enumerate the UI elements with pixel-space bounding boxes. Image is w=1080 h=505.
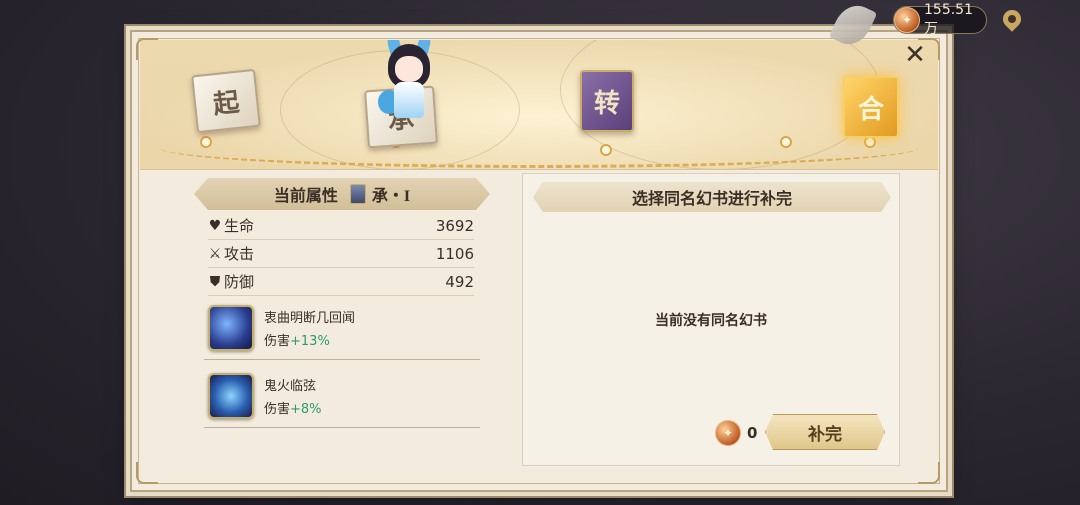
stat-value: 492 xyxy=(445,272,474,291)
shield-icon: ⛊ xyxy=(209,273,221,290)
stat-label: 防御 xyxy=(224,273,255,291)
rank-card-icon xyxy=(350,184,366,204)
skill-name: 鬼火临弦 xyxy=(264,378,317,394)
rank-label: 承・I xyxy=(371,188,411,205)
stage-book-zhuan[interactable]: 转 xyxy=(580,70,634,132)
coin-icon: ✦ xyxy=(715,420,741,446)
stat-row-defense: ⛊ 防御 492 xyxy=(208,268,474,296)
stat-row-hp: ♥ 生命 3692 xyxy=(208,212,474,240)
stage-book-qi[interactable]: 起 xyxy=(191,68,261,134)
skill-row[interactable]: 鬼火临弦 伤害+8% xyxy=(204,364,480,428)
cost-display: ✦ 0 xyxy=(715,418,767,448)
route-node xyxy=(780,136,792,148)
stat-row-attack: ⚔ 攻击 1106 xyxy=(208,240,474,268)
route-node xyxy=(600,144,612,156)
stat-label: 生命 xyxy=(224,217,255,235)
corner-ornament xyxy=(136,462,158,484)
skill-effect: 伤害+8% xyxy=(264,401,322,417)
skill-ghostfire-icon xyxy=(208,372,254,419)
supplement-button-label: 补完 xyxy=(808,424,842,444)
coin-icon: ✦ xyxy=(894,7,920,33)
corner-ornament xyxy=(136,38,158,60)
stage-label: 起 xyxy=(211,87,241,119)
currency-display[interactable]: ✦ 155.51万 xyxy=(893,2,987,37)
corner-ornament xyxy=(918,462,940,484)
empty-state-text: 当前没有同名幻书 xyxy=(655,314,767,329)
crossed-swords-icon: ✕ xyxy=(904,40,926,69)
supplement-button[interactable]: 补完 xyxy=(765,414,885,450)
attributes-panel: 当前属性 承・I ♥ 生命 3692 ⚔ 攻击 1106 ⛊ 防御 492 衷曲明断几… xyxy=(194,178,490,434)
route-node xyxy=(200,136,212,148)
stat-value: 3692 xyxy=(435,216,474,235)
supplement-title: 选择同名幻书进行补完 xyxy=(631,191,792,208)
stage-book-he[interactable]: 合 xyxy=(843,76,899,138)
attributes-header: 当前属性 承・I xyxy=(194,178,490,210)
map-pin-icon[interactable] xyxy=(999,6,1025,32)
supplement-panel: 选择同名幻书进行补完 当前没有同名幻书 ✦ 0 补完 xyxy=(522,173,900,466)
sword-icon: ⚔ xyxy=(208,245,222,262)
skill-effect: 伤害+13% xyxy=(264,333,330,349)
body-shape xyxy=(394,82,424,118)
skill-name: 衷曲明断几回闻 xyxy=(264,310,356,326)
cost-value: 0 xyxy=(747,424,758,442)
attributes-title: 当前属性 xyxy=(273,188,338,205)
stat-value: 1106 xyxy=(435,244,474,263)
stage-label: 转 xyxy=(593,88,620,118)
supplement-header: 选择同名幻书进行补完 xyxy=(533,182,891,212)
skill-row[interactable]: 衷曲明断几回闻 伤害+13% xyxy=(204,296,480,360)
face-shape xyxy=(395,56,423,82)
skill-lute-icon xyxy=(208,304,254,351)
stat-label: 攻击 xyxy=(224,245,255,263)
currency-amount: 155.51万 xyxy=(924,2,973,37)
stage-label: 合 xyxy=(857,94,884,124)
progress-map: 起 承 转 合 xyxy=(140,40,938,170)
character-avatar xyxy=(378,40,440,130)
route-path xyxy=(160,128,918,168)
heart-icon: ♥ xyxy=(208,217,222,234)
